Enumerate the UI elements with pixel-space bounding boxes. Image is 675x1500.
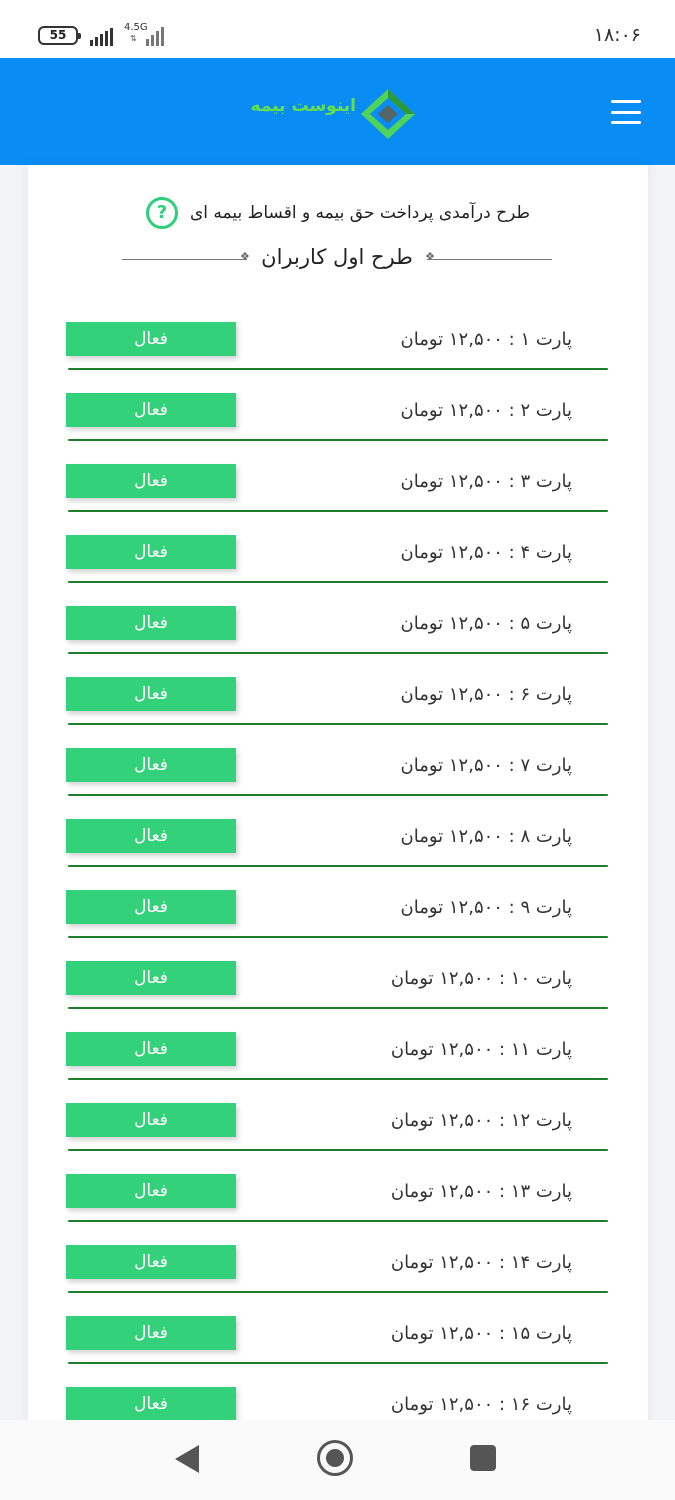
site-logo[interactable]: اینوست بیمه <box>250 88 426 142</box>
part-status-button[interactable]: فعال <box>66 1103 236 1137</box>
square-recents-icon[interactable] <box>470 1445 496 1471</box>
part-row: پارت ۱۲ : ۱۲,۵۰۰ تومان فعال <box>66 1103 608 1174</box>
row-divider <box>68 794 608 796</box>
part-label: پارت ۶ : ۱۲,۵۰۰ تومان <box>400 684 572 705</box>
part-row: پارت ۵ : ۱۲,۵۰۰ تومان فعال <box>66 606 608 677</box>
part-label: پارت ۱۴ : ۱۲,۵۰۰ تومان <box>390 1252 572 1273</box>
parts-list: پارت ۱ : ۱۲,۵۰۰ تومان فعال پارت ۲ : ۱۲,۵۰۰… <box>66 322 608 1420</box>
row-divider <box>68 1078 608 1080</box>
signal-strength-secondary-icon <box>146 24 164 46</box>
plan-title: طرح اول کاربران <box>261 245 413 269</box>
part-label: پارت ۴ : ۱۲,۵۰۰ تومان <box>400 542 572 563</box>
network-type: 4.5G <box>124 22 148 33</box>
part-label: پارت ۱۱ : ۱۲,۵۰۰ تومان <box>390 1039 572 1060</box>
part-status-button[interactable]: فعال <box>66 748 236 782</box>
part-status-button[interactable]: فعال <box>66 464 236 498</box>
part-label: پارت ۱۶ : ۱۲,۵۰۰ تومان <box>390 1394 572 1415</box>
part-label: پارت ۱۳ : ۱۲,۵۰۰ تومان <box>390 1181 572 1202</box>
part-row: پارت ۱۵ : ۱۲,۵۰۰ تومان فعال <box>66 1316 608 1387</box>
row-divider <box>68 510 608 512</box>
part-status-button[interactable]: فعال <box>66 819 236 853</box>
part-row: پارت ۴ : ۱۲,۵۰۰ تومان فعال <box>66 535 608 606</box>
row-divider <box>68 581 608 583</box>
part-row: پارت ۳ : ۱۲,۵۰۰ تومان فعال <box>66 464 608 535</box>
part-status-button[interactable]: فعال <box>66 890 236 924</box>
part-row: پارت ۱۴ : ۱۲,۵۰۰ تومان فعال <box>66 1245 608 1316</box>
part-row: پارت ۱ : ۱۲,۵۰۰ تومان فعال <box>66 322 608 393</box>
part-row: پارت ۸ : ۱۲,۵۰۰ تومان فعال <box>66 819 608 890</box>
app-header: اینوست بیمه <box>0 58 675 165</box>
battery-indicator: 55 <box>38 26 81 45</box>
part-status-button[interactable]: فعال <box>66 1174 236 1208</box>
data-arrows-icon: ⇅ <box>130 34 137 43</box>
plan-description: طرح درآمدی پرداخت حق بیمه و اقساط بیمه ا… <box>189 203 530 223</box>
part-row: پارت ۱۱ : ۱۲,۵۰۰ تومان فعال <box>66 1032 608 1103</box>
part-row: پارت ۹ : ۱۲,۵۰۰ تومان فعال <box>66 890 608 961</box>
part-row: پارت ۱۰ : ۱۲,۵۰۰ تومان فعال <box>66 961 608 1032</box>
part-row: پارت ۲ : ۱۲,۵۰۰ تومان فعال <box>66 393 608 464</box>
part-row: پارت ۱۳ : ۱۲,۵۰۰ تومان فعال <box>66 1174 608 1245</box>
plan-card: طرح درآمدی پرداخت حق بیمه و اقساط بیمه ا… <box>28 165 648 1420</box>
part-status-button[interactable]: فعال <box>66 961 236 995</box>
divider-ornament-right-icon: ❖ <box>425 250 435 263</box>
part-status-button[interactable]: فعال <box>66 1316 236 1350</box>
part-label: پارت ۱ : ۱۲,۵۰۰ تومان <box>400 329 572 350</box>
part-label: پارت ۱۰ : ۱۲,۵۰۰ تومان <box>390 968 572 989</box>
row-divider <box>68 1362 608 1364</box>
part-status-button[interactable]: فعال <box>66 393 236 427</box>
plan-description-row: طرح درآمدی پرداخت حق بیمه و اقساط بیمه ا… <box>28 197 648 231</box>
row-divider <box>68 1149 608 1151</box>
part-row: پارت ۷ : ۱۲,۵۰۰ تومان فعال <box>66 748 608 819</box>
row-divider <box>68 936 608 938</box>
help-icon[interactable]: ? <box>145 197 178 229</box>
part-label: پارت ۸ : ۱۲,۵۰۰ تومان <box>400 826 572 847</box>
part-label: پارت ۱۲ : ۱۲,۵۰۰ تومان <box>390 1110 572 1131</box>
part-row: پارت ۶ : ۱۲,۵۰۰ تومان فعال <box>66 677 608 748</box>
row-divider <box>68 1220 608 1222</box>
part-label: پارت ۲ : ۱۲,۵۰۰ تومان <box>400 400 572 421</box>
row-divider <box>68 1007 608 1009</box>
battery-level: 55 <box>49 28 67 42</box>
triangle-back-icon[interactable] <box>175 1445 199 1473</box>
part-row: پارت ۱۶ : ۱۲,۵۰۰ تومان فعال <box>66 1387 608 1420</box>
diamond-logo-icon <box>361 89 415 139</box>
row-divider <box>68 439 608 441</box>
system-nav-bar <box>0 1420 675 1500</box>
part-label: پارت ۳ : ۱۲,۵۰۰ تومان <box>400 471 572 492</box>
signal-strength-icon <box>90 24 113 46</box>
row-divider <box>68 865 608 867</box>
status-bar: 55 4.5G ⇅ ۱۸:۰۶ <box>0 0 675 58</box>
row-divider <box>68 723 608 725</box>
part-label: پارت ۹ : ۱۲,۵۰۰ تومان <box>400 897 572 918</box>
part-status-button[interactable]: فعال <box>66 1245 236 1279</box>
part-label: پارت ۷ : ۱۲,۵۰۰ تومان <box>400 755 572 776</box>
part-status-button[interactable]: فعال <box>66 677 236 711</box>
plan-title-row: ❖ طرح اول کاربران ❖ <box>122 245 552 275</box>
circle-home-icon[interactable] <box>317 1440 353 1476</box>
logo-text: اینوست بیمه <box>250 96 356 116</box>
part-label: پارت ۵ : ۱۲,۵۰۰ تومان <box>400 613 572 634</box>
hamburger-menu-icon[interactable] <box>611 100 641 124</box>
part-label: پارت ۱۵ : ۱۲,۵۰۰ تومان <box>390 1323 572 1344</box>
part-status-button[interactable]: فعال <box>66 535 236 569</box>
part-status-button[interactable]: فعال <box>66 1032 236 1066</box>
part-status-button[interactable]: فعال <box>66 606 236 640</box>
row-divider <box>68 1291 608 1293</box>
divider-line-right <box>427 259 552 260</box>
row-divider <box>68 368 608 370</box>
row-divider <box>68 652 608 654</box>
part-status-button[interactable]: فعال <box>66 322 236 356</box>
part-status-button[interactable]: فعال <box>66 1387 236 1420</box>
clock: ۱۸:۰۶ <box>593 24 641 46</box>
